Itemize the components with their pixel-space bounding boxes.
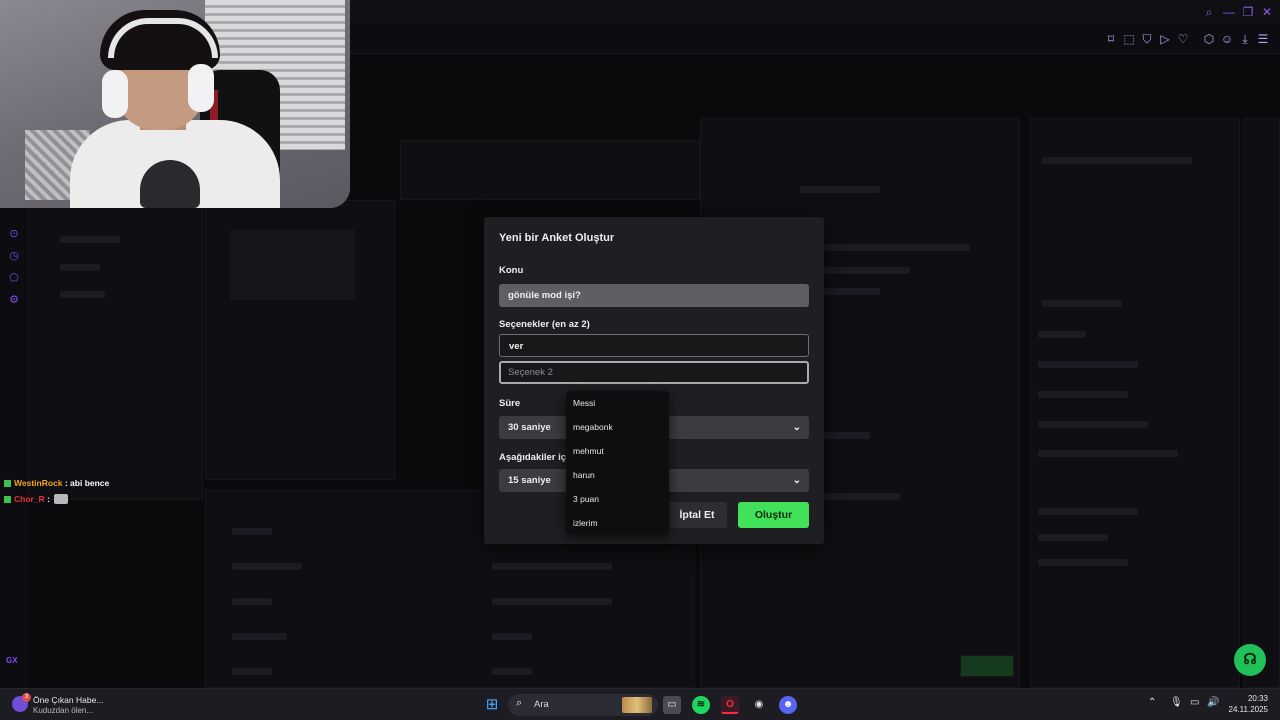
chevron-down-icon: ⌄ (792, 422, 801, 433)
restore-icon[interactable]: ❐ (1240, 4, 1256, 20)
search-placeholder: Ara (534, 699, 549, 710)
bg-thumbnail (230, 230, 355, 300)
left-rail: ⊙ ◷ ⬠ ⚙ GX (0, 208, 28, 688)
cancel-button[interactable]: İptal Et (667, 502, 727, 528)
modal-title: Yeni bir Anket Oluştur (499, 232, 615, 244)
screenshot-icon[interactable]: ⬚ (1120, 30, 1138, 48)
screen: ⌕ — ❐ ✕ ⌑ ⬚ ⛉ ▷ ♡ ⬡ ☺ ⤓ ☰ ⊙ ◷ ⬠ ⚙ GX Wes… (0, 0, 1280, 720)
taskbar: 3 Öne Çıkan Habe... Kuduzdan ölen... ⊞ ⌕… (0, 688, 1280, 720)
microphone-icon[interactable]: 🎙 (1170, 697, 1183, 708)
menu-icon[interactable]: ☰ (1254, 30, 1272, 48)
profile-icon[interactable]: ☺ (1218, 30, 1236, 48)
emote-icon (54, 494, 69, 504)
search-highlight-image (622, 697, 652, 713)
autocomplete-option[interactable]: megabonk (573, 422, 613, 432)
topic-input[interactable]: gönüle mod işi? (499, 284, 809, 307)
create-button[interactable]: Oluştur (738, 502, 809, 528)
autocomplete-option[interactable]: 3 puan (573, 494, 599, 504)
overlay-chat-line: WestinRock : abi bence (4, 478, 109, 488)
autocomplete-option[interactable]: mehmut (573, 446, 604, 456)
file-explorer-icon[interactable]: ▭ (663, 696, 681, 714)
bookmark-icon[interactable]: ⌑ (1102, 30, 1120, 48)
chat-badge-icon (4, 496, 11, 503)
bg-right-panel (1030, 118, 1240, 688)
duration-label: Süre (499, 398, 521, 409)
clock-date: 24.11.2025 (1228, 705, 1268, 714)
autocomplete-option[interactable]: izlerim (573, 518, 598, 528)
option-2-input[interactable]: Seçenek 2 (499, 361, 809, 384)
history-icon[interactable]: ◷ (7, 249, 21, 263)
autocomplete-option[interactable]: Messi (573, 398, 595, 408)
duration-value: 30 saniye (508, 422, 551, 433)
steam-icon[interactable]: ◉ (750, 696, 768, 714)
opera-gx-icon[interactable]: O (721, 696, 739, 714)
taskbar-search[interactable]: ⌕ Ara (508, 694, 658, 716)
news-subtitle: Kuduzdan ölen... (33, 706, 94, 715)
play-icon[interactable]: ▷ (1156, 30, 1174, 48)
second-setting-value: 15 saniye (508, 475, 551, 486)
tray-overflow-icon[interactable]: ⌃ (1148, 697, 1156, 708)
gx-logo: GX (6, 656, 18, 665)
minimize-icon[interactable]: — (1221, 4, 1237, 20)
shield-icon[interactable]: ⛉ (1138, 30, 1156, 48)
bg-chat-send (960, 655, 1014, 677)
bg-sidebar-panel (28, 200, 203, 500)
support-icon[interactable]: ☊ (1234, 644, 1266, 676)
autocomplete-dropdown: Messi megabonk mehmut harun 3 puan izler… (566, 391, 669, 534)
options-label: Seçenekler (en az 2) (499, 319, 590, 330)
bg-right-rail (1243, 118, 1280, 688)
volume-icon[interactable]: 🔊 (1207, 697, 1219, 708)
spotify-icon[interactable]: ≋ (692, 696, 710, 714)
topic-label: Konu (499, 265, 524, 276)
news-title: Öne Çıkan Habe... (33, 695, 104, 705)
extensions-rail-icon[interactable]: ⬠ (7, 271, 21, 285)
news-widget[interactable]: 3 Öne Çıkan Habe... Kuduzdan ölen... (12, 693, 122, 717)
bg-stats-bar (400, 140, 700, 200)
chat-badge-icon (4, 480, 11, 487)
discord-icon[interactable]: ☻ (779, 696, 797, 714)
chevron-down-icon: ⌄ (792, 475, 801, 486)
system-clock[interactable]: 20:33 24.11.2025 (1226, 693, 1268, 715)
home-icon[interactable]: ⊙ (7, 227, 21, 241)
download-icon[interactable]: ⤓ (1236, 30, 1254, 48)
option-1-input[interactable]: ver (499, 334, 809, 357)
extensions-icon[interactable]: ⬡ (1200, 30, 1218, 48)
autocomplete-option[interactable]: harun (573, 470, 595, 480)
news-badge: 3 (22, 693, 31, 702)
heart-icon[interactable]: ♡ (1174, 30, 1192, 48)
search-icon: ⌕ (516, 697, 523, 709)
close-icon[interactable]: ✕ (1259, 4, 1275, 20)
display-icon[interactable]: ▭ (1190, 697, 1199, 708)
clock-time: 20:33 (1247, 694, 1268, 703)
second-setting-label: Aşağıdakiler iç (499, 452, 567, 463)
windows-start-icon[interactable]: ⊞ (483, 696, 501, 714)
search-icon[interactable]: ⌕ (1201, 4, 1217, 20)
webcam-overlay (0, 0, 350, 208)
option-2-placeholder: Seçenek 2 (508, 367, 553, 378)
overlay-chat-line: Chor_R : (4, 494, 69, 504)
settings-icon[interactable]: ⚙ (7, 293, 21, 307)
